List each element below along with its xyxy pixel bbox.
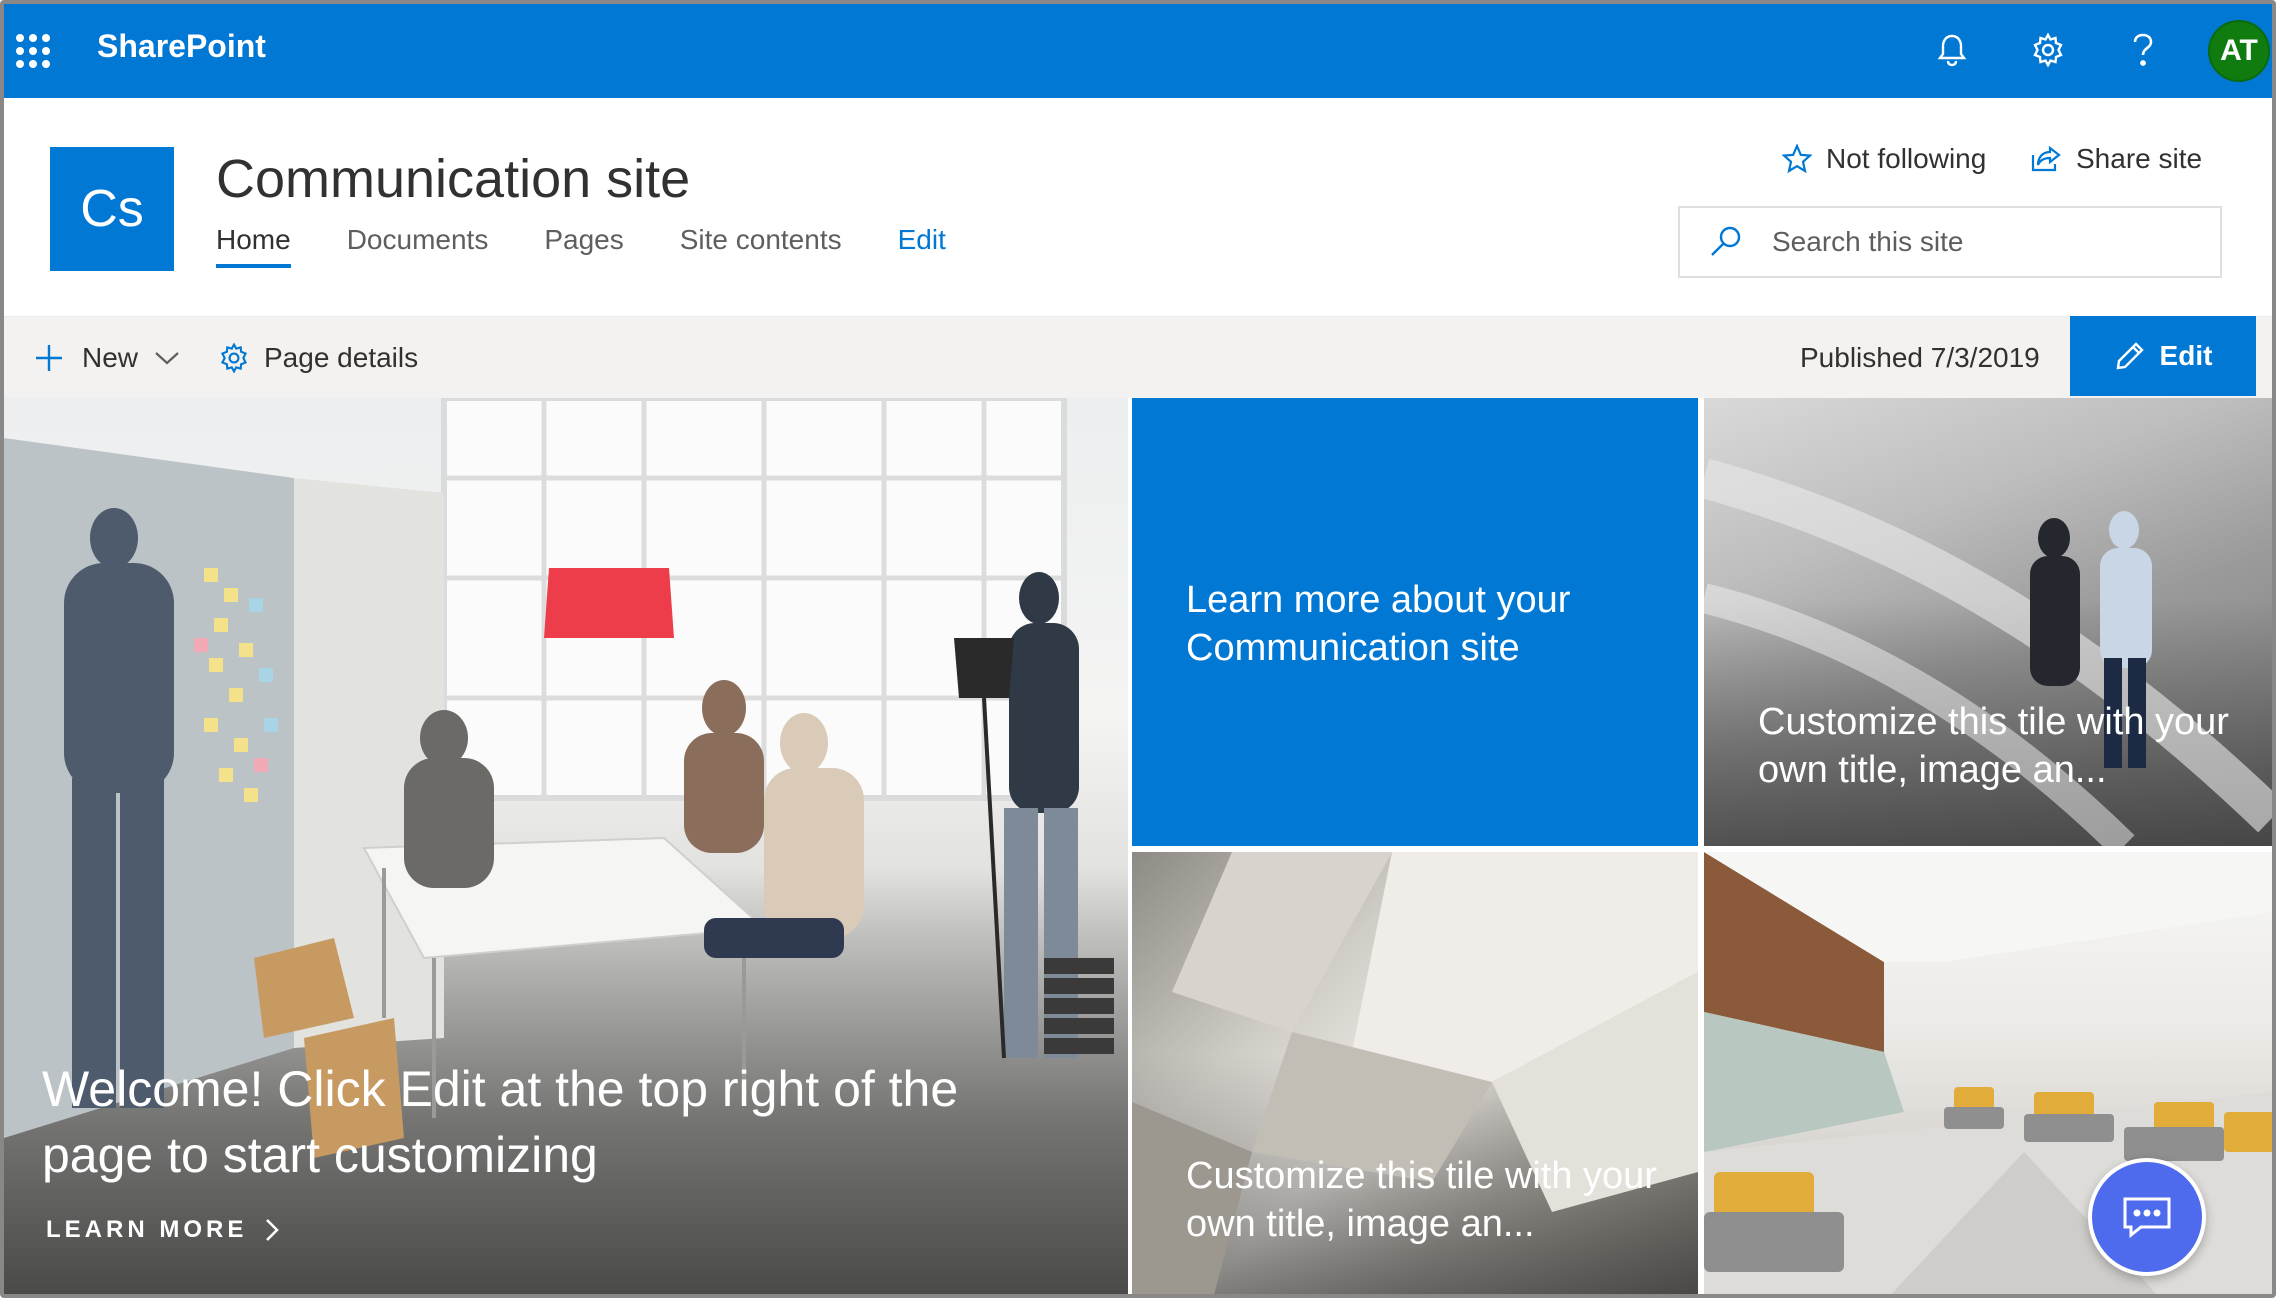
follow-label: Not following	[1826, 143, 1987, 174]
published-status: Published 7/3/2019	[1800, 342, 2040, 373]
user-avatar[interactable]: AT	[2208, 20, 2270, 82]
gear-icon[interactable]	[2026, 28, 2070, 72]
brand-name[interactable]: SharePoint	[97, 28, 266, 65]
site-logo[interactable]: Cs	[50, 147, 174, 271]
search-input[interactable]	[1772, 226, 2172, 258]
suite-bar: SharePoint AT	[4, 4, 2272, 98]
nav-item-site-contents[interactable]: Site contents	[680, 224, 842, 268]
edit-label: Edit	[2159, 340, 2213, 371]
app-launcher-icon[interactable]	[16, 34, 50, 68]
share-icon	[2030, 145, 2062, 173]
nav-item-home[interactable]: Home	[216, 224, 291, 268]
browser-frame: SharePoint AT Cs Communication site Home…	[0, 0, 2276, 1298]
share-label: Share site	[2076, 143, 2203, 174]
chat-icon	[2119, 1193, 2175, 1241]
follow-button[interactable]: Not following	[1782, 143, 1986, 175]
hero-main-caption: Welcome! Click Edit at the top right of …	[42, 1061, 959, 1183]
site-title[interactable]: Communication site	[216, 148, 690, 210]
new-label: New	[82, 342, 139, 373]
chat-button[interactable]	[2088, 1158, 2206, 1276]
command-bar: New Page details Published 7/3/2019	[4, 316, 2272, 398]
share-site-button[interactable]: Share site	[2030, 143, 2202, 175]
new-menu-button[interactable]: New	[34, 317, 180, 399]
hero-tile-people[interactable]: Customize this tile with your own title,…	[1704, 398, 2272, 846]
help-icon[interactable]	[2121, 28, 2165, 72]
chevron-right-icon	[265, 1218, 280, 1242]
page-details-button[interactable]: Page details	[218, 317, 418, 399]
nav-item-pages[interactable]: Pages	[544, 224, 623, 268]
nav-edit-link[interactable]: Edit	[898, 224, 946, 268]
hero-tile-caption: Customize this tile with your own title,…	[1186, 1155, 1657, 1245]
star-icon	[1782, 144, 1812, 174]
site-search-box[interactable]	[1678, 206, 2222, 278]
hero-tile-caption: Customize this tile with your own title,…	[1758, 701, 2229, 791]
gear-icon	[218, 342, 250, 374]
edit-page-button[interactable]: Edit	[2070, 316, 2256, 396]
search-icon	[1680, 224, 1772, 260]
chevron-down-icon	[154, 350, 180, 366]
hero-webpart: Welcome! Click Edit at the top right of …	[4, 398, 2272, 1294]
learn-more-link[interactable]: LEARN MORE	[46, 1216, 280, 1244]
bell-icon[interactable]	[1930, 28, 1974, 72]
hero-tile-architecture[interactable]: Customize this tile with your own title,…	[1132, 852, 1698, 1294]
hero-tile-caption: Learn more about your Communication site	[1186, 579, 1571, 669]
site-navigation: Home Documents Pages Site contents Edit	[216, 224, 1002, 268]
nav-item-documents[interactable]: Documents	[347, 224, 489, 268]
page-details-label: Page details	[264, 342, 419, 373]
hero-main-tile[interactable]: Welcome! Click Edit at the top right of …	[4, 398, 1128, 1294]
pencil-icon	[2114, 340, 2146, 372]
plus-icon	[34, 343, 64, 373]
learn-more-label: LEARN MORE	[46, 1216, 248, 1243]
hero-tile-learn-more[interactable]: Learn more about your Communication site	[1132, 398, 1698, 846]
site-header: Cs Communication site Home Documents Pag…	[4, 98, 2272, 316]
